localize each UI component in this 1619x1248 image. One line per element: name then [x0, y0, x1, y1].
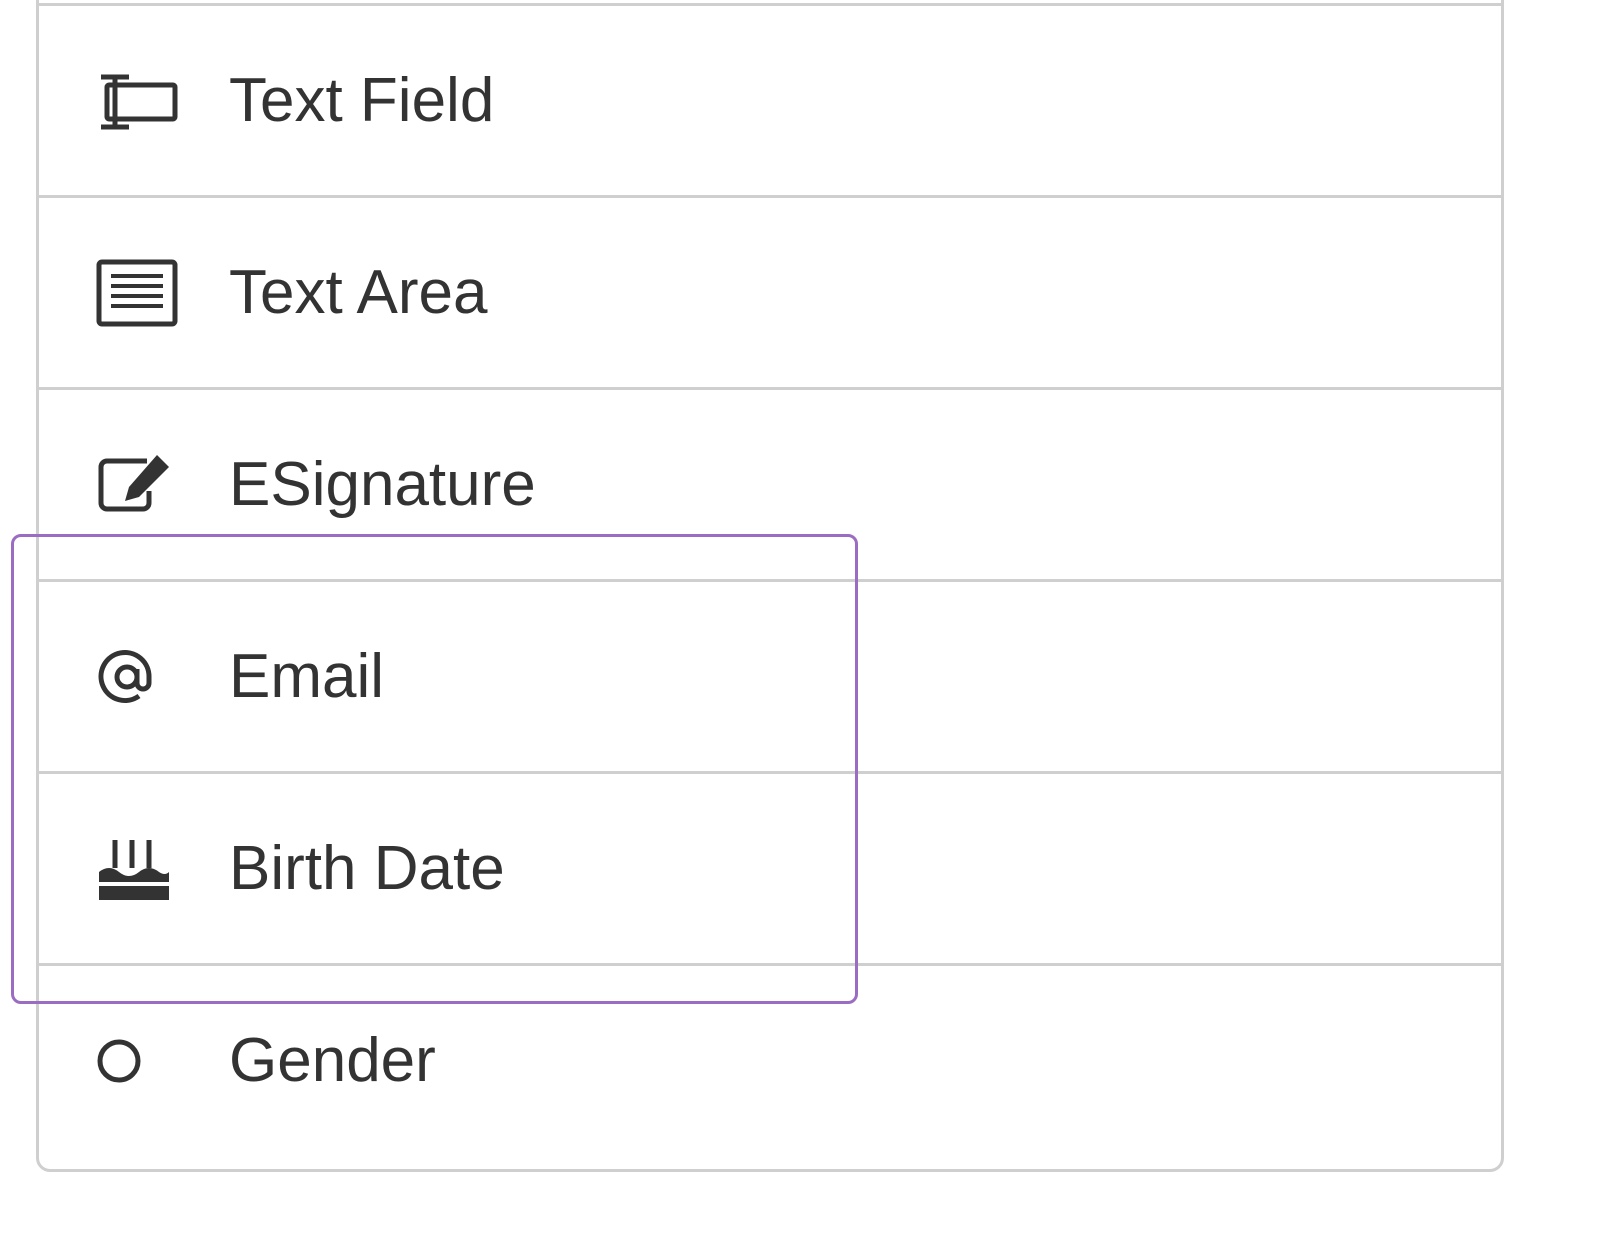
- field-item-esignature[interactable]: ESignature: [39, 387, 1501, 579]
- form-field-list: Text Field Text Area ESignature Email Bi…: [36, 0, 1504, 1172]
- field-item-label: Text Field: [229, 65, 495, 135]
- radio-circle-icon: [95, 1026, 179, 1096]
- text-field-icon: [95, 66, 179, 136]
- field-item-gender[interactable]: Gender: [39, 963, 1501, 1155]
- at-sign-icon: [95, 642, 179, 712]
- field-item-label: Email: [229, 641, 385, 711]
- field-item-label: Gender: [229, 1025, 436, 1095]
- field-item-label: Birth Date: [229, 833, 505, 903]
- field-item-label: Text Area: [229, 257, 488, 327]
- field-item-text-area[interactable]: Text Area: [39, 195, 1501, 387]
- field-item-text-field[interactable]: Text Field: [39, 3, 1501, 195]
- field-item-birth-date[interactable]: Birth Date: [39, 771, 1501, 963]
- birthday-cake-icon: [95, 834, 179, 904]
- field-item-label: ESignature: [229, 449, 536, 519]
- esignature-icon: [95, 450, 179, 520]
- text-area-icon: [95, 258, 179, 328]
- field-item-email[interactable]: Email: [39, 579, 1501, 771]
